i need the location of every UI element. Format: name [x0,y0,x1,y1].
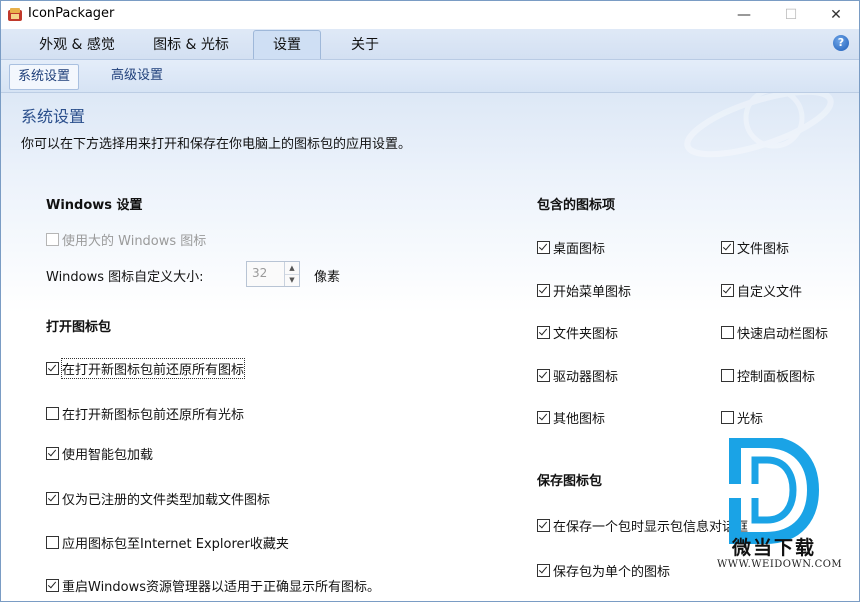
tab-about[interactable]: 关于 [335,31,395,59]
cursors-checkbox[interactable]: 光标 [721,408,763,427]
checkbox-box [537,369,550,382]
checkbox-box [46,233,59,246]
close-icon: ✕ [830,7,842,23]
checkbox-box [537,241,550,254]
large-icons-checkbox[interactable]: 使用大的 Windows 图标 [46,230,206,249]
folder-icons-checkbox[interactable]: 文件夹图标 [537,323,618,342]
close-button[interactable]: ✕ [813,1,859,29]
checkbox-box [721,411,734,424]
page-title: 系统设置 [21,107,86,126]
app-window: IconPackager — ☐ ✕ 外观 & 感觉 图标 & 光标 设置 关于… [0,0,860,602]
minimize-icon: — [737,7,751,23]
help-icon[interactable]: ? [833,35,849,51]
spinner-arrows: ▲ ▼ [284,262,299,286]
other-icons-checkbox[interactable]: 其他图标 [537,408,605,427]
quick-launch-icons-checkbox[interactable]: 快速启动栏图标 [721,323,828,342]
watermark-url: WWW.WEIDOWN.COM [717,559,843,570]
checkbox-box [721,284,734,297]
decorative-swirl [684,93,834,158]
tab-appearance[interactable]: 外观 & 感觉 [27,31,127,59]
subtab-advanced-settings[interactable]: 高级设置 [103,64,171,88]
sub-tab-bar: 系统设置 高级设置 [1,60,859,93]
minimize-button[interactable]: — [721,1,767,29]
main-tab-bar: 外观 & 感觉 图标 & 光标 设置 关于 ? [1,29,859,60]
icon-size-value: 32 [252,266,268,280]
watermark-name: 微当下载 [732,537,817,559]
subtab-system-settings[interactable]: 系统设置 [9,64,80,90]
checkbox-box [721,241,734,254]
restore-icons-checkbox[interactable]: 在打开新图标包前还原所有图标 [46,358,246,379]
checkbox-box [721,326,734,339]
control-panel-icons-checkbox[interactable]: 控制面板图标 [721,366,815,385]
restore-cursors-checkbox[interactable]: 在打开新图标包前还原所有光标 [46,404,244,423]
checkbox-box [46,407,59,420]
checkbox-box [537,326,550,339]
included-items-heading: 包含的图标项 [537,198,616,213]
app-icon [8,8,22,21]
windows-settings-heading: Windows 设置 [46,198,143,213]
checkbox-box [537,564,550,577]
open-pack-heading: 打开图标包 [46,320,112,335]
checkbox-box [721,369,734,382]
tab-settings[interactable]: 设置 [253,30,321,59]
title-bar: IconPackager — ☐ ✕ [1,1,859,29]
checkbox-box [46,536,59,549]
start-menu-icons-checkbox[interactable]: 开始菜单图标 [537,281,631,300]
checkbox-box [46,492,59,505]
checkbox-box [537,519,550,532]
drive-icons-checkbox[interactable]: 驱动器图标 [537,366,618,385]
checkbox-box [46,447,59,460]
settings-panel: 系统设置 你可以在下方选择用来打开和保存在你电脑上的图标包的应用设置。 Wind… [1,93,859,601]
save-single-icons-checkbox[interactable]: 保存包为单个的图标 [537,561,670,580]
checkbox-box [537,284,550,297]
ie-favorites-checkbox[interactable]: 应用图标包至Internet Explorer收藏夹 [46,533,289,552]
checkbox-box [46,579,59,592]
restart-explorer-checkbox[interactable]: 重启Windows资源管理器以适用于正确显示所有图标。 [46,576,380,595]
maximize-button[interactable]: ☐ [768,1,814,29]
save-pack-heading: 保存图标包 [537,474,603,489]
smart-loading-checkbox[interactable]: 使用智能包加载 [46,444,153,463]
show-info-dialog-checkbox[interactable]: 在保存一个包时显示包信息对话框 [537,516,748,535]
icon-size-unit: 像素 [314,270,341,285]
desktop-icons-checkbox[interactable]: 桌面图标 [537,238,605,257]
spinner-down-icon[interactable]: ▼ [285,274,299,286]
file-icons-checkbox[interactable]: 文件图标 [721,238,789,257]
registered-types-checkbox[interactable]: 仅为已注册的文件类型加载文件图标 [46,489,270,508]
icon-size-label: Windows 图标自定义大小: [46,270,204,285]
tab-icons-cursors[interactable]: 图标 & 光标 [141,31,241,59]
window-title: IconPackager [28,6,115,21]
maximize-icon: ☐ [784,7,798,23]
icon-size-spinner[interactable]: 32 ▲ ▼ [246,261,300,287]
checkbox-box [537,411,550,424]
page-description: 你可以在下方选择用来打开和保存在你电脑上的图标包的应用设置。 [21,137,412,152]
checkbox-box [46,362,59,375]
custom-files-checkbox[interactable]: 自定义文件 [721,281,802,300]
